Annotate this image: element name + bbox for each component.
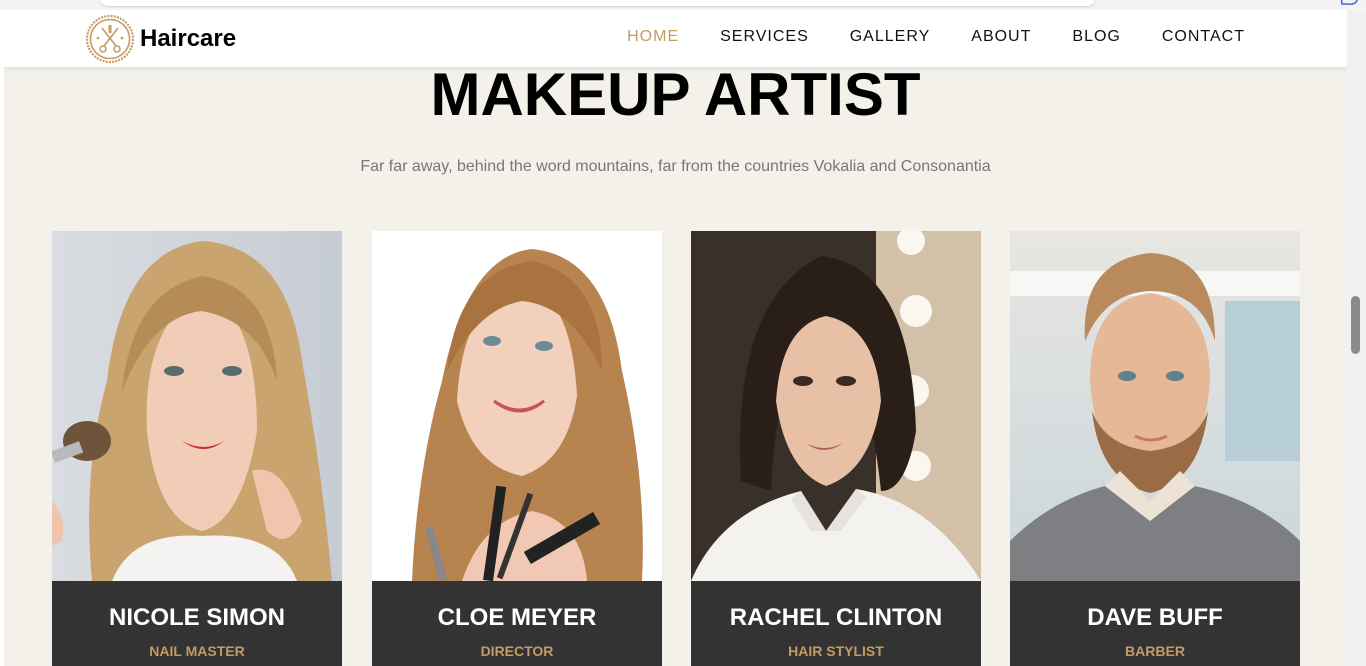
browser-chrome-strip [0,0,1366,10]
scissors-comb-badge-icon [85,14,135,64]
team-member-caption: NICOLE SIMON NAIL MASTER [52,581,342,666]
nav-item-services[interactable]: SERVICES [720,28,809,46]
nav-item-gallery[interactable]: GALLERY [850,28,931,46]
team-member-role: NAIL MASTER [149,643,245,659]
team-member-role: BARBER [1125,643,1185,659]
team-member-card[interactable]: CLOE MEYER DIRECTOR [372,231,662,666]
team-member-card[interactable]: NICOLE SIMON NAIL MASTER [52,231,342,666]
team-member-name: DAVE BUFF [1087,604,1223,631]
team-member-card[interactable]: RACHEL CLINTON HAIR STYLIST [691,231,981,666]
team-member-caption: RACHEL CLINTON HAIR STYLIST [691,581,981,666]
browser-viewport: Haircare HOME SERVICES GALLERY ABOUT BLO… [0,0,1366,666]
team-member-photo [52,231,342,581]
team-member-name: RACHEL CLINTON [729,604,943,631]
nav-item-contact[interactable]: CONTACT [1162,28,1245,46]
section-title: MAKEUP ARTIST [430,61,921,128]
team-member-caption: DAVE BUFF BARBER [1010,581,1300,666]
team-member-photo [372,231,662,581]
team-member-photo [1010,231,1300,581]
brand-link[interactable]: Haircare [85,13,236,65]
section-subtitle: Far far away, behind the word mountains,… [360,158,991,175]
team-member-card[interactable]: DAVE BUFF BARBER [1010,231,1300,666]
nav-item-blog[interactable]: BLOG [1072,28,1120,46]
extension-icon[interactable] [1338,0,1360,6]
team-member-role: HAIR STYLIST [788,643,884,659]
top-navbar: Haircare HOME SERVICES GALLERY ABOUT BLO… [4,10,1347,67]
nav-item-about[interactable]: ABOUT [971,28,1031,46]
address-bar[interactable] [100,0,1095,6]
page-scrollbar[interactable] [1347,10,1366,666]
team-member-caption: CLOE MEYER DIRECTOR [372,581,662,666]
team-member-name: CLOE MEYER [437,604,597,631]
team-member-photo [691,231,981,581]
brand-name: Haircare [140,25,237,52]
scrollbar-thumb[interactable] [1351,296,1360,354]
main-nav-menu: HOME SERVICES GALLERY ABOUT BLOG CONTACT [586,28,1245,46]
team-member-name: NICOLE SIMON [108,604,285,631]
team-member-role: DIRECTOR [480,643,554,659]
nav-item-home[interactable]: HOME [627,28,679,46]
web-page: Haircare HOME SERVICES GALLERY ABOUT BLO… [4,10,1347,666]
